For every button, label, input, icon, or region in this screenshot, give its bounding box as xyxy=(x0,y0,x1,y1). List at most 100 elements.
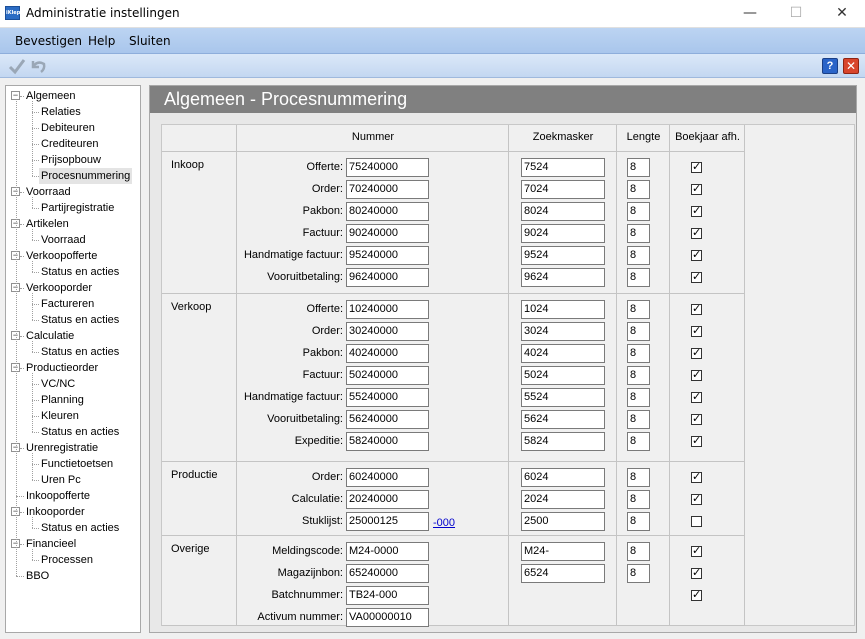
sidebar-item[interactable]: Status en acties xyxy=(39,264,121,280)
sidebar-item[interactable]: Inkoopofferte xyxy=(25,488,91,504)
minimize-button[interactable]: — xyxy=(727,0,773,28)
close-window-button[interactable]: ✕ xyxy=(819,0,865,28)
boekjaar-checkbox[interactable]: ✓ xyxy=(691,414,702,425)
lengte-input[interactable]: 8 xyxy=(627,366,650,385)
boekjaar-checkbox[interactable]: ✓ xyxy=(691,326,702,337)
sidebar-item[interactable]: Status en acties xyxy=(39,344,121,360)
lengte-input[interactable]: 8 xyxy=(627,344,650,363)
zoekmasker-input[interactable]: 5524 xyxy=(521,388,605,407)
nummer-input[interactable]: 25000125 xyxy=(346,512,429,531)
nummer-input[interactable]: 80240000 xyxy=(346,202,429,221)
lengte-input[interactable]: 8 xyxy=(627,512,650,531)
lengte-input[interactable]: 8 xyxy=(627,542,650,561)
zoekmasker-input[interactable]: 6524 xyxy=(521,564,605,583)
nummer-input[interactable]: 60240000 xyxy=(346,468,429,487)
tree-collapse-icon[interactable]: − xyxy=(11,91,20,100)
sidebar-item[interactable]: Status en acties xyxy=(39,520,121,536)
lengte-input[interactable]: 8 xyxy=(627,432,650,451)
confirm-check-icon[interactable] xyxy=(8,57,26,75)
lengte-input[interactable]: 8 xyxy=(627,180,650,199)
zoekmasker-input[interactable]: 3024 xyxy=(521,322,605,341)
nummer-input[interactable]: 56240000 xyxy=(346,410,429,429)
zoekmasker-input[interactable]: 7024 xyxy=(521,180,605,199)
nummer-input[interactable]: 10240000 xyxy=(346,300,429,319)
lengte-input[interactable]: 8 xyxy=(627,268,650,287)
nummer-input[interactable]: 55240000 xyxy=(346,388,429,407)
nummer-input[interactable]: 90240000 xyxy=(346,224,429,243)
sidebar-item[interactable]: Relaties xyxy=(39,104,83,120)
sidebar-item[interactable]: Verkooporder xyxy=(25,280,93,296)
nummer-input[interactable]: 50240000 xyxy=(346,366,429,385)
zoekmasker-input[interactable]: 8024 xyxy=(521,202,605,221)
lengte-input[interactable]: 8 xyxy=(627,410,650,429)
zoekmasker-input[interactable]: 2500 xyxy=(521,512,605,531)
boekjaar-checkbox[interactable]: ✓ xyxy=(691,370,702,381)
sidebar-item[interactable]: Prijsopbouw xyxy=(39,152,103,168)
menu-help[interactable]: Help xyxy=(88,34,115,48)
sidebar-item[interactable]: Status en acties xyxy=(39,312,121,328)
sidebar-item[interactable]: Verkoopofferte xyxy=(25,248,98,264)
zoekmasker-input[interactable]: 9624 xyxy=(521,268,605,287)
lengte-input[interactable]: 8 xyxy=(627,388,650,407)
lengte-input[interactable]: 8 xyxy=(627,158,650,177)
nummer-input[interactable]: 65240000 xyxy=(346,564,429,583)
sidebar-item[interactable]: VC/NC xyxy=(39,376,77,392)
zoekmasker-input[interactable]: 9024 xyxy=(521,224,605,243)
zoekmasker-input[interactable]: 1024 xyxy=(521,300,605,319)
lengte-input[interactable]: 8 xyxy=(627,468,650,487)
sidebar-item[interactable]: Functietoetsen xyxy=(39,456,115,472)
sidebar-item[interactable]: Voorraad xyxy=(39,232,88,248)
zoekmasker-input[interactable]: 4024 xyxy=(521,344,605,363)
nummer-input[interactable]: 95240000 xyxy=(346,246,429,265)
zoekmasker-input[interactable]: 6024 xyxy=(521,468,605,487)
nummer-input[interactable]: 70240000 xyxy=(346,180,429,199)
lengte-input[interactable]: 8 xyxy=(627,246,650,265)
nummer-input[interactable]: VA00000010 xyxy=(346,608,429,627)
zoekmasker-input[interactable]: 7524 xyxy=(521,158,605,177)
lengte-input[interactable]: 8 xyxy=(627,202,650,221)
zoekmasker-input[interactable]: 5624 xyxy=(521,410,605,429)
menu-bevestigen[interactable]: Bevestigen xyxy=(15,34,82,48)
boekjaar-checkbox[interactable]: ✓ xyxy=(691,184,702,195)
sidebar-item[interactable]: Uren Pc xyxy=(39,472,83,488)
undo-icon[interactable] xyxy=(29,57,47,75)
zoekmasker-input[interactable]: 5024 xyxy=(521,366,605,385)
stuklijst-suffix-link[interactable]: -000 xyxy=(433,517,455,529)
zoekmasker-input[interactable]: 5824 xyxy=(521,432,605,451)
nummer-input[interactable]: 20240000 xyxy=(346,490,429,509)
zoekmasker-input[interactable]: 2024 xyxy=(521,490,605,509)
nummer-input[interactable]: 58240000 xyxy=(346,432,429,451)
sidebar-item[interactable]: Status en acties xyxy=(39,424,121,440)
sidebar-item[interactable]: Kleuren xyxy=(39,408,81,424)
lengte-input[interactable]: 8 xyxy=(627,490,650,509)
sidebar-item[interactable]: Procesnummering xyxy=(39,168,133,184)
sidebar-item[interactable]: Inkooporder xyxy=(25,504,86,520)
sidebar-item[interactable]: Factureren xyxy=(39,296,96,312)
menu-sluiten[interactable]: Sluiten xyxy=(129,34,171,48)
boekjaar-checkbox[interactable]: ✓ xyxy=(691,494,702,505)
sidebar-item[interactable]: Urenregistratie xyxy=(25,440,99,456)
boekjaar-checkbox[interactable]: ✓ xyxy=(691,392,702,403)
nummer-input[interactable]: 30240000 xyxy=(346,322,429,341)
boekjaar-checkbox[interactable]: ✓ xyxy=(691,250,702,261)
sidebar-item[interactable]: Processen xyxy=(39,552,95,568)
nummer-input[interactable]: 96240000 xyxy=(346,268,429,287)
sidebar-item[interactable]: Planning xyxy=(39,392,86,408)
lengte-input[interactable]: 8 xyxy=(627,300,650,319)
boekjaar-checkbox[interactable]: ✓ xyxy=(691,304,702,315)
boekjaar-checkbox[interactable]: ✓ xyxy=(691,436,702,447)
help-button[interactable]: ? xyxy=(822,58,838,74)
boekjaar-checkbox[interactable]: ✓ xyxy=(691,472,702,483)
sidebar-item[interactable]: Productieorder xyxy=(25,360,99,376)
zoekmasker-input[interactable]: 9524 xyxy=(521,246,605,265)
boekjaar-checkbox[interactable]: ✓ xyxy=(691,162,702,173)
boekjaar-checkbox[interactable]: ✓ xyxy=(691,590,702,601)
maximize-button[interactable]: ☐ xyxy=(773,0,819,28)
nummer-input[interactable]: M24-0000 xyxy=(346,542,429,561)
boekjaar-checkbox[interactable]: ✓ xyxy=(691,272,702,283)
sidebar-item[interactable]: BBO xyxy=(25,568,50,584)
nummer-input[interactable]: 75240000 xyxy=(346,158,429,177)
boekjaar-checkbox[interactable]: ✓ xyxy=(691,546,702,557)
lengte-input[interactable]: 8 xyxy=(627,564,650,583)
boekjaar-checkbox[interactable]: ✓ xyxy=(691,206,702,217)
